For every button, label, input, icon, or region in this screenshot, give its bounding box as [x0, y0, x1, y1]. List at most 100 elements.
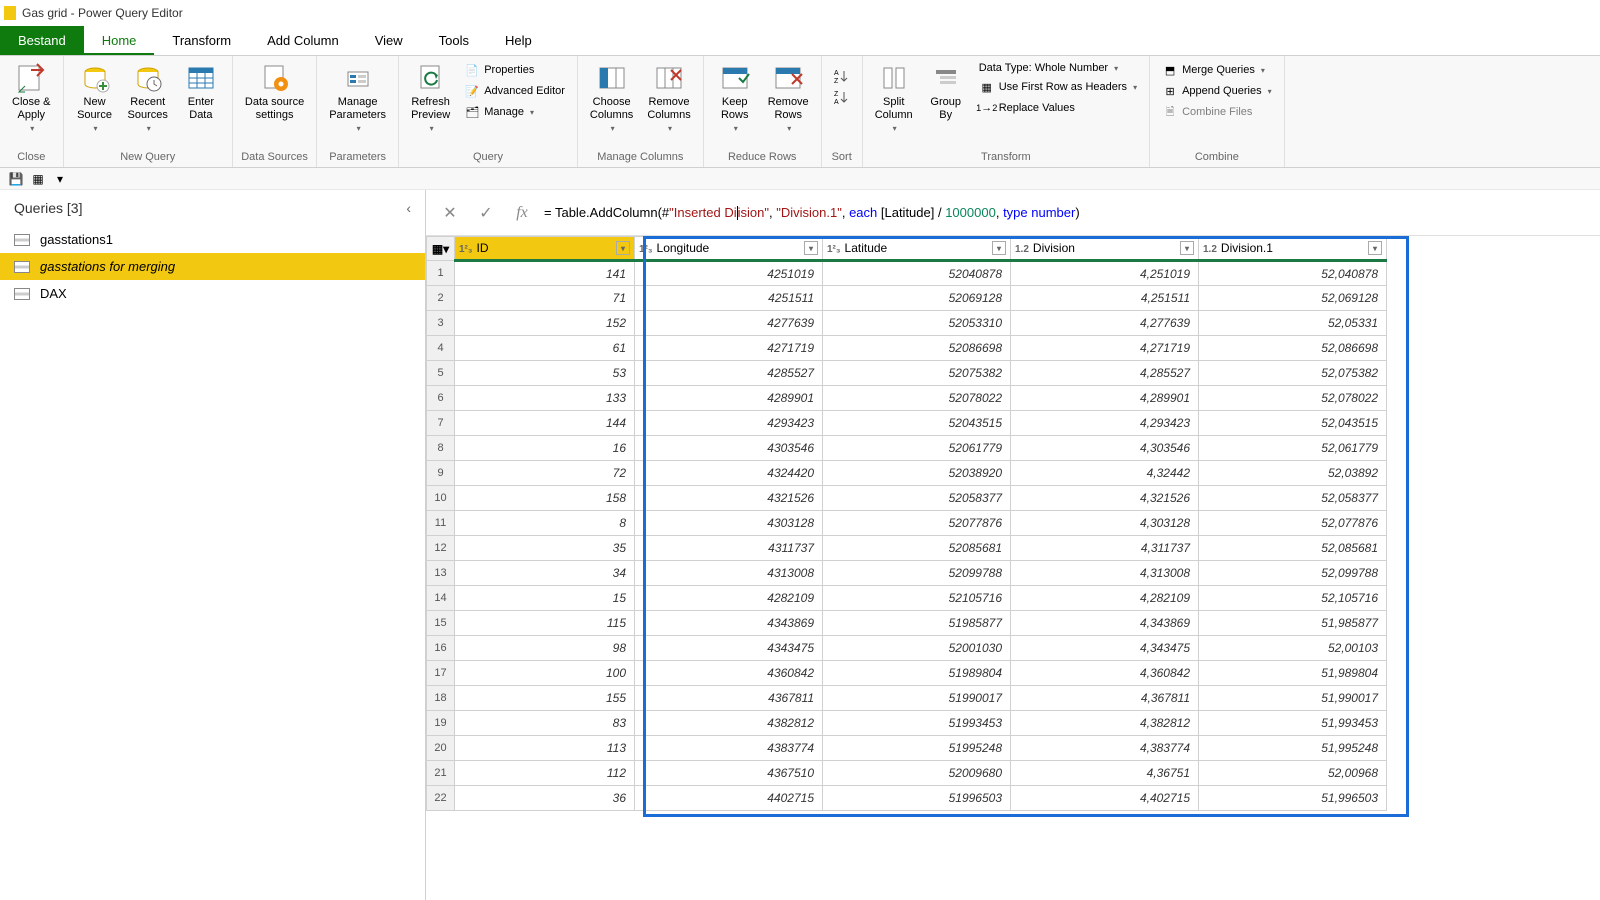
row-number[interactable]: 8 — [427, 436, 455, 461]
query-item-dax[interactable]: DAX — [0, 280, 425, 307]
row-number[interactable]: 17 — [427, 661, 455, 686]
cell-longitude[interactable]: 4360842 — [635, 661, 823, 686]
cell-latitude[interactable]: 52085681 — [823, 536, 1011, 561]
cell-division1[interactable]: 51,990017 — [1199, 686, 1387, 711]
split-column-button[interactable]: Split Column — [869, 58, 919, 137]
cell-id[interactable]: 71 — [455, 286, 635, 311]
tab-transform[interactable]: Transform — [154, 26, 249, 55]
cell-longitude[interactable]: 4303546 — [635, 436, 823, 461]
cell-id[interactable]: 61 — [455, 336, 635, 361]
replace-values-button[interactable]: 1→2Replace Values — [975, 98, 1141, 118]
advanced-editor-button[interactable]: 📝Advanced Editor — [460, 81, 569, 101]
cell-division[interactable]: 4,321526 — [1011, 486, 1199, 511]
cell-id[interactable]: 100 — [455, 661, 635, 686]
cell-longitude[interactable]: 4277639 — [635, 311, 823, 336]
row-number[interactable]: 19 — [427, 711, 455, 736]
remove-columns-button[interactable]: Remove Columns — [641, 58, 696, 137]
cell-id[interactable]: 133 — [455, 386, 635, 411]
view-button[interactable]: ▦ — [30, 171, 46, 187]
row-number[interactable]: 18 — [427, 686, 455, 711]
cell-longitude[interactable]: 4251019 — [635, 261, 823, 286]
cell-id[interactable]: 16 — [455, 436, 635, 461]
table-row[interactable]: 9724324420520389204,3244252,03892 — [427, 461, 1387, 486]
cell-division[interactable]: 4,303128 — [1011, 511, 1199, 536]
cell-longitude[interactable]: 4367811 — [635, 686, 823, 711]
cancel-formula-button[interactable]: ✕ — [436, 199, 464, 227]
cell-id[interactable]: 112 — [455, 761, 635, 786]
table-row[interactable]: 22364402715519965034,40271551,996503 — [427, 786, 1387, 811]
cell-division1[interactable]: 52,075382 — [1199, 361, 1387, 386]
tab-tools[interactable]: Tools — [421, 26, 487, 55]
cell-id[interactable]: 36 — [455, 786, 635, 811]
cell-longitude[interactable]: 4282109 — [635, 586, 823, 611]
cell-division[interactable]: 4,382812 — [1011, 711, 1199, 736]
enter-data-button[interactable]: Enter Data — [176, 58, 226, 126]
row-number[interactable]: 22 — [427, 786, 455, 811]
cell-division[interactable]: 4,289901 — [1011, 386, 1199, 411]
cell-latitude[interactable]: 52043515 — [823, 411, 1011, 436]
cell-division1[interactable]: 52,043515 — [1199, 411, 1387, 436]
row-number[interactable]: 6 — [427, 386, 455, 411]
cell-longitude[interactable]: 4343475 — [635, 636, 823, 661]
cell-latitude[interactable]: 51989804 — [823, 661, 1011, 686]
cell-division1[interactable]: 51,993453 — [1199, 711, 1387, 736]
cell-latitude[interactable]: 51985877 — [823, 611, 1011, 636]
table-row[interactable]: 61334289901520780224,28990152,078022 — [427, 386, 1387, 411]
cell-id[interactable]: 15 — [455, 586, 635, 611]
cell-division[interactable]: 4,313008 — [1011, 561, 1199, 586]
table-row[interactable]: 71444293423520435154,29342352,043515 — [427, 411, 1387, 436]
cell-division1[interactable]: 52,040878 — [1199, 261, 1387, 286]
cell-longitude[interactable]: 4383774 — [635, 736, 823, 761]
filter-icon[interactable]: ▾ — [616, 241, 630, 255]
keep-rows-button[interactable]: Keep Rows — [710, 58, 760, 137]
cell-division1[interactable]: 52,03892 — [1199, 461, 1387, 486]
cell-longitude[interactable]: 4367510 — [635, 761, 823, 786]
cell-longitude[interactable]: 4313008 — [635, 561, 823, 586]
table-row[interactable]: 171004360842519898044,36084251,989804 — [427, 661, 1387, 686]
cell-id[interactable]: 141 — [455, 261, 635, 286]
row-number[interactable]: 4 — [427, 336, 455, 361]
cell-division1[interactable]: 51,985877 — [1199, 611, 1387, 636]
table-row[interactable]: 101584321526520583774,32152652,058377 — [427, 486, 1387, 511]
collapse-pane-button[interactable]: ‹ — [406, 200, 411, 216]
combine-files-button[interactable]: 🗎Combine Files — [1158, 102, 1276, 122]
cell-latitude[interactable]: 52058377 — [823, 486, 1011, 511]
cell-division1[interactable]: 52,085681 — [1199, 536, 1387, 561]
cell-division1[interactable]: 51,996503 — [1199, 786, 1387, 811]
cell-longitude[interactable]: 4324420 — [635, 461, 823, 486]
cell-division1[interactable]: 52,078022 — [1199, 386, 1387, 411]
cell-division[interactable]: 4,32442 — [1011, 461, 1199, 486]
cell-division[interactable]: 4,343475 — [1011, 636, 1199, 661]
row-number[interactable]: 11 — [427, 511, 455, 536]
row-number[interactable]: 2 — [427, 286, 455, 311]
table-row[interactable]: 19834382812519934534,38281251,993453 — [427, 711, 1387, 736]
cell-division1[interactable]: 52,077876 — [1199, 511, 1387, 536]
manage-parameters-button[interactable]: Manage Parameters — [323, 58, 392, 137]
cell-division[interactable]: 4,360842 — [1011, 661, 1199, 686]
sort-asc-button[interactable]: AZ — [830, 66, 854, 86]
table-row[interactable]: 1184303128520778764,30312852,077876 — [427, 511, 1387, 536]
column-header-longitude[interactable]: 1²₃Longitude▾ — [635, 237, 823, 261]
sort-desc-button[interactable]: ZA — [830, 87, 854, 107]
cell-id[interactable]: 144 — [455, 411, 635, 436]
column-header-division1[interactable]: 1.2Division.1▾ — [1199, 237, 1387, 261]
cell-division[interactable]: 4,343869 — [1011, 611, 1199, 636]
cell-id[interactable]: 83 — [455, 711, 635, 736]
table-row[interactable]: 5534285527520753824,28552752,075382 — [427, 361, 1387, 386]
filter-icon[interactable]: ▾ — [1180, 241, 1194, 255]
column-header-division[interactable]: 1.2Division▾ — [1011, 237, 1199, 261]
fx-button[interactable]: fx — [508, 199, 536, 227]
new-source-button[interactable]: New Source — [70, 58, 120, 137]
row-number[interactable]: 15 — [427, 611, 455, 636]
cell-division1[interactable]: 52,058377 — [1199, 486, 1387, 511]
cell-latitude[interactable]: 52061779 — [823, 436, 1011, 461]
column-header-latitude[interactable]: 1²₃Latitude▾ — [823, 237, 1011, 261]
row-number[interactable]: 10 — [427, 486, 455, 511]
cell-latitude[interactable]: 51995248 — [823, 736, 1011, 761]
table-row[interactable]: 12354311737520856814,31173752,085681 — [427, 536, 1387, 561]
table-corner[interactable]: ▦▾ — [427, 237, 455, 261]
tab-file[interactable]: Bestand — [0, 26, 84, 55]
tab-view[interactable]: View — [357, 26, 421, 55]
row-number[interactable]: 14 — [427, 586, 455, 611]
choose-columns-button[interactable]: Choose Columns — [584, 58, 639, 137]
